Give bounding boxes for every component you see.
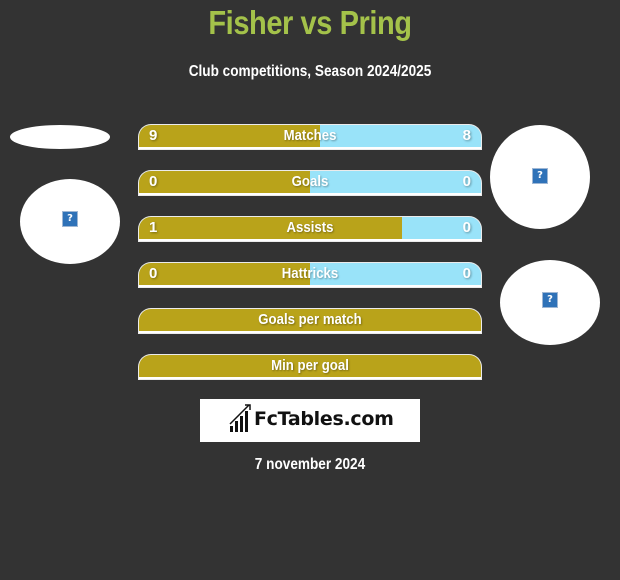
left-value: 0 bbox=[149, 173, 158, 190]
bar-chart-logo-icon bbox=[229, 404, 251, 432]
right-value: 8 bbox=[462, 127, 471, 144]
stat-label: Goals bbox=[291, 173, 329, 190]
stat-label: Matches bbox=[283, 127, 337, 144]
stat-bar-goals: 0 Goals 0 bbox=[139, 171, 481, 195]
right-player-photo: ? bbox=[490, 125, 590, 229]
right-value: 0 bbox=[462, 265, 471, 282]
stat-label: Goals per match bbox=[258, 311, 362, 328]
stat-bar-min-per-goal: Min per goal bbox=[139, 355, 481, 379]
stat-label: Hattricks bbox=[281, 265, 339, 282]
stat-bar-assists: 1 Assists 0 bbox=[139, 217, 481, 241]
fctables-logo[interactable]: FcTables.com bbox=[200, 399, 420, 442]
left-team-logo-placeholder bbox=[10, 125, 110, 149]
page-title: Fisher vs Pring bbox=[208, 4, 412, 41]
stat-bar-matches: 9 Matches 8 bbox=[139, 125, 481, 149]
stat-label: Assists bbox=[286, 219, 334, 236]
missing-image-icon: ? bbox=[542, 292, 558, 308]
missing-image-icon: ? bbox=[62, 211, 78, 227]
right-value: 0 bbox=[462, 173, 471, 190]
brand-name: FcTables.com bbox=[254, 408, 394, 430]
stat-label: Min per goal bbox=[271, 357, 349, 374]
stat-bar-hattricks: 0 Hattricks 0 bbox=[139, 263, 481, 287]
missing-image-icon: ? bbox=[532, 168, 548, 184]
left-value: 1 bbox=[149, 219, 158, 236]
left-value: 9 bbox=[149, 127, 158, 144]
competition-subtitle: Club competitions, Season 2024/2025 bbox=[188, 63, 432, 80]
report-date: 7 november 2024 bbox=[254, 456, 366, 473]
right-value: 0 bbox=[462, 219, 471, 236]
left-value: 0 bbox=[149, 265, 158, 282]
left-player-photo: ? bbox=[20, 179, 120, 264]
stat-bar-goals-per-match: Goals per match bbox=[139, 309, 481, 333]
right-team-logo: ? bbox=[500, 260, 600, 345]
